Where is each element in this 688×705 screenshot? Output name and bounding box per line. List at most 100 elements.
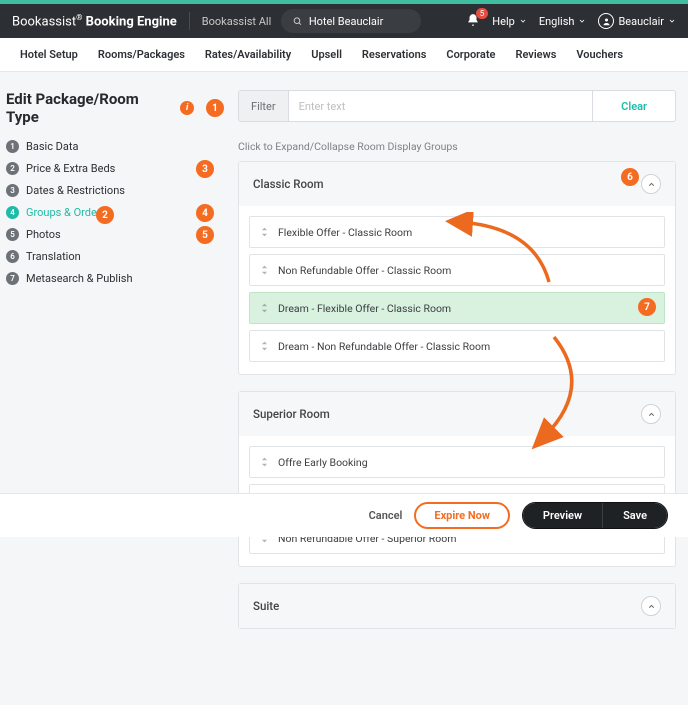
sidebar: Edit Package/Room Type i 1 1 Basic Data 2… (6, 90, 224, 645)
save-button[interactable]: Save (602, 503, 667, 528)
step-translation[interactable]: 6 Translation (6, 250, 224, 263)
nav-corporate[interactable]: Corporate (436, 38, 505, 72)
language-label: English (539, 15, 575, 28)
step-label: Price & Extra Beds (26, 162, 115, 175)
separator (189, 12, 190, 30)
step-label: Translation (26, 250, 81, 263)
nav-upsell[interactable]: Upsell (301, 38, 352, 72)
offer-label: Dream - Flexible Offer - Classic Room (278, 302, 451, 315)
group-title: Suite (253, 599, 641, 613)
collapse-button[interactable] (641, 596, 661, 616)
brand-reg: ® (76, 13, 82, 22)
step-dates-restrictions[interactable]: 3 Dates & Restrictions (6, 184, 224, 197)
nav-reservations[interactable]: Reservations (352, 38, 436, 72)
step-num: 2 (6, 162, 19, 175)
offer-label: Dream - Non Refundable Offer - Classic R… (278, 340, 490, 353)
drag-handle-icon (260, 455, 269, 469)
step-num: 5 (6, 228, 19, 241)
annotation-7: 7 (638, 298, 656, 316)
step-num: 7 (6, 272, 19, 285)
group-superior-room: Superior Room Offre Early Booking Flexib… (238, 391, 676, 567)
offer-item[interactable]: Dream - Non Refundable Offer - Classic R… (249, 330, 665, 362)
search-input[interactable] (309, 15, 409, 28)
group-title: Classic Room (253, 177, 641, 191)
help-label: Help (492, 15, 515, 28)
expire-now-button[interactable]: Expire Now (414, 502, 510, 529)
nav-reviews[interactable]: Reviews (505, 38, 566, 72)
group-header[interactable]: Suite (239, 584, 675, 628)
filter-input[interactable] (289, 91, 593, 121)
step-label: Photos (26, 228, 61, 241)
nav-rooms-packages[interactable]: Rooms/Packages (88, 38, 195, 72)
scope-label[interactable]: Bookassist All (202, 15, 272, 28)
step-basic-data[interactable]: 1 Basic Data (6, 140, 224, 153)
cancel-button[interactable]: Cancel (369, 509, 403, 522)
expand-collapse-hint: Click to Expand/Collapse Room Display Gr… (238, 140, 676, 153)
step-photos[interactable]: 5 Photos 5 (6, 228, 224, 241)
group-classic-room: Classic Room 6 Flexible Offer - Classic … (238, 161, 676, 375)
avatar-icon (598, 13, 614, 29)
user-menu[interactable]: Beauclair (598, 13, 676, 29)
filter-bar: Filter Clear (238, 90, 676, 122)
offer-item-highlighted[interactable]: Dream - Flexible Offer - Classic Room 7 (249, 292, 665, 324)
offer-item[interactable]: Flexible Offer - Classic Room (249, 216, 665, 248)
main-content: Filter Clear Click to Expand/Collapse Ro… (238, 90, 676, 645)
page-title: Edit Package/Room Type (6, 90, 174, 126)
group-suite: Suite (238, 583, 676, 629)
offer-label: Offre Early Booking (278, 456, 368, 469)
search-icon (293, 16, 303, 27)
annotation-5: 5 (196, 226, 214, 244)
step-num: 4 (6, 206, 19, 219)
nav-rates-availability[interactable]: Rates/Availability (195, 38, 301, 72)
search-wrap[interactable] (281, 9, 421, 33)
step-label: Metasearch & Publish (26, 272, 133, 285)
top-nav: Hotel Setup Rooms/Packages Rates/Availab… (0, 38, 688, 72)
preview-button[interactable]: Preview (523, 503, 602, 528)
step-num: 3 (6, 184, 19, 197)
notifications-button[interactable]: 5 (466, 13, 480, 30)
user-label: Beauclair (618, 15, 664, 28)
brand-suffix: Booking Engine (86, 14, 177, 29)
step-num: 1 (6, 140, 19, 153)
group-header[interactable]: Classic Room 6 (239, 162, 675, 206)
filter-label: Filter (239, 91, 289, 121)
offer-item[interactable]: Offre Early Booking (249, 446, 665, 478)
annotation-1: 1 (206, 99, 224, 117)
step-metasearch-publish[interactable]: 7 Metasearch & Publish (6, 272, 224, 285)
drag-handle-icon (260, 263, 269, 277)
nav-hotel-setup[interactable]: Hotel Setup (10, 38, 88, 72)
brand-prefix: Bookassist (12, 14, 76, 29)
nav-vouchers[interactable]: Vouchers (566, 38, 633, 72)
language-link[interactable]: English (539, 15, 587, 28)
info-icon[interactable]: i (180, 101, 194, 115)
group-items: Flexible Offer - Classic Room Non Refund… (239, 206, 675, 374)
app-header: Bookassist® Booking Engine Bookassist Al… (0, 4, 688, 38)
annotation-3: 3 (196, 160, 214, 178)
chevron-down-icon (578, 17, 586, 25)
collapse-button[interactable] (641, 174, 661, 194)
drag-handle-icon (260, 301, 269, 315)
step-label: Dates & Restrictions (26, 184, 125, 197)
chevron-down-icon (519, 17, 527, 25)
group-title: Superior Room (253, 407, 641, 421)
chevron-down-icon (668, 17, 676, 25)
brand: Bookassist® Booking Engine (12, 13, 177, 29)
step-num: 6 (6, 250, 19, 263)
annotation-4: 4 (196, 204, 214, 222)
offer-item[interactable]: Non Refundable Offer - Classic Room (249, 254, 665, 286)
drag-handle-icon (260, 225, 269, 239)
step-list: 1 Basic Data 2 Price & Extra Beds 3 3 Dates… (6, 140, 224, 285)
notifications-badge: 5 (476, 8, 489, 19)
footer-bar: Cancel Expire Now Preview Save (0, 493, 688, 537)
step-label: Groups & Order (26, 206, 101, 219)
collapse-button[interactable] (641, 404, 661, 424)
group-header[interactable]: Superior Room (239, 392, 675, 436)
step-price-extra-beds[interactable]: 2 Price & Extra Beds 3 (6, 162, 224, 175)
offer-label: Flexible Offer - Classic Room (278, 226, 412, 239)
help-link[interactable]: Help (492, 15, 527, 28)
save-group: Preview Save (522, 502, 668, 529)
step-label: Basic Data (26, 140, 78, 153)
drag-handle-icon (260, 339, 269, 353)
step-groups-order[interactable]: 4Groups & Order 2 4 (6, 206, 224, 219)
clear-button[interactable]: Clear (592, 91, 675, 121)
